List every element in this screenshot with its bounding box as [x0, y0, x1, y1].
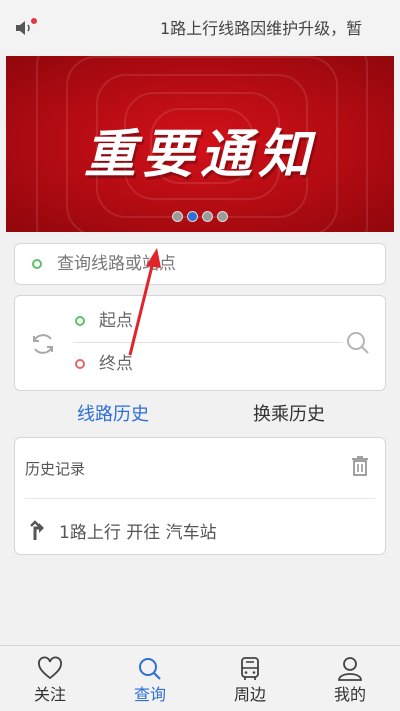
route-planner: 起点 终点 [14, 295, 386, 391]
route-turn-icon [30, 520, 44, 540]
history-divider [25, 498, 375, 499]
search-placeholder: 查询线路或站点 [57, 254, 176, 274]
carousel-dot[interactable] [202, 211, 213, 222]
history-title: 历史记录 [25, 460, 86, 478]
carousel-dot[interactable] [217, 211, 228, 222]
search-marker-icon [32, 259, 42, 269]
carousel-indicator [6, 211, 394, 222]
history-item[interactable]: 1路上行 开往 汽车站 [29, 517, 369, 543]
speaker-icon [16, 18, 37, 35]
start-marker-icon [75, 316, 85, 326]
nav-item-query[interactable]: 查询 [100, 646, 200, 711]
history-item-label: 1路上行 开往 汽车站 [59, 522, 217, 543]
bus-icon [241, 657, 259, 680]
bottom-nav: 关注 查询 周边 我的 [0, 645, 400, 710]
route-divider [73, 342, 343, 343]
carousel-dot[interactable] [172, 211, 183, 222]
tab-line-history[interactable]: 线路历史 [77, 402, 149, 428]
nav-item-nearby[interactable]: 周边 [200, 646, 300, 711]
notice-text[interactable]: 1路上行线路因维护升级，暂 [160, 17, 400, 41]
nav-item-mine[interactable]: 我的 [300, 646, 400, 711]
history-card: 历史记录 1路上行 开往 汽车站 [14, 437, 386, 555]
route-search-icon[interactable] [345, 330, 371, 356]
nav-label-nearby: 周边 [233, 685, 266, 704]
heart-icon [38, 656, 62, 680]
notice-bar[interactable]: 1路上行线路因维护升级，暂 [0, 0, 400, 56]
end-marker-icon [75, 359, 85, 369]
notice-badge [31, 18, 37, 24]
trash-icon[interactable] [350, 455, 370, 477]
end-field[interactable]: 终点 [99, 352, 133, 376]
search-icon [139, 658, 161, 680]
nav-label-follow: 关注 [33, 685, 66, 704]
nav-label-mine: 我的 [333, 685, 366, 704]
user-icon [338, 657, 362, 681]
nav-item-follow[interactable]: 关注 [0, 646, 100, 711]
banner-title: 重要通知 [83, 125, 316, 185]
tab-transfer-history[interactable]: 换乘历史 [253, 402, 325, 428]
search-input[interactable]: 查询线路或站点 [14, 243, 386, 285]
carousel-dot-active[interactable] [187, 211, 198, 222]
swap-icon[interactable] [29, 330, 57, 358]
banner-carousel[interactable]: 重要通知 [6, 56, 394, 232]
start-field[interactable]: 起点 [99, 309, 133, 333]
nav-label-query: 查询 [133, 685, 166, 704]
